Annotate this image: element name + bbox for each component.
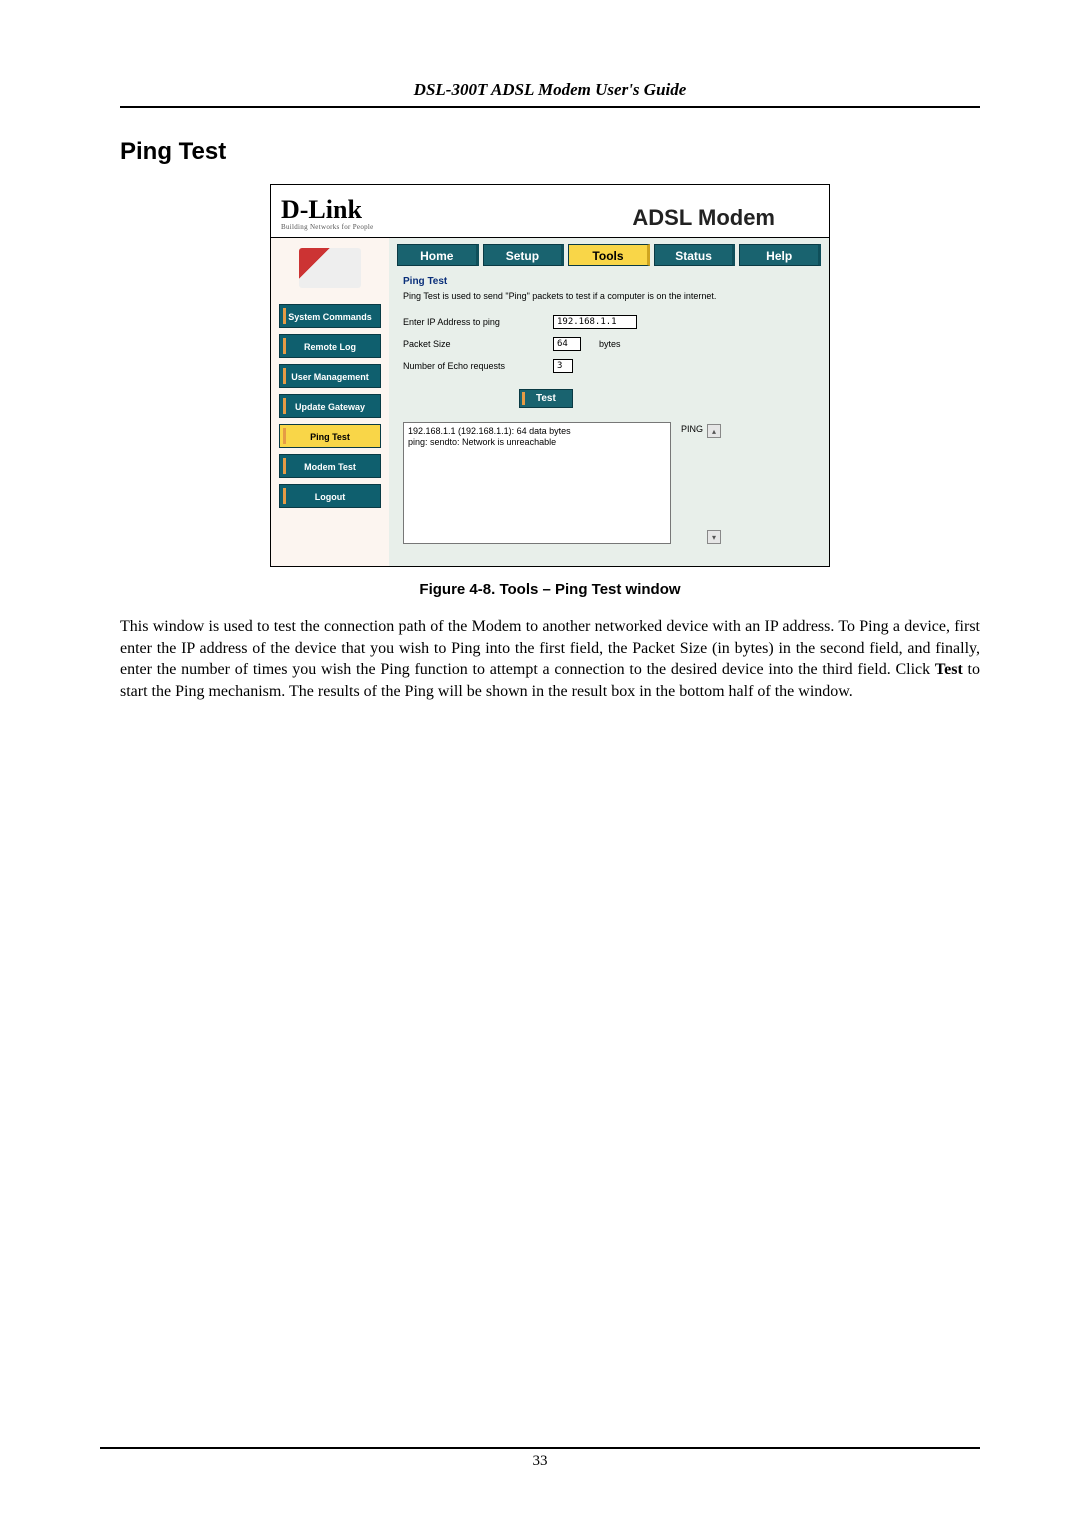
row-ip: Enter IP Address to ping xyxy=(403,315,815,329)
packet-size-unit: bytes xyxy=(599,339,621,349)
main-inner: Ping Test Ping Test is used to send "Pin… xyxy=(389,276,829,566)
sidebar-item-logout[interactable]: Logout xyxy=(279,484,381,508)
sidebar-item-ping-test[interactable]: Ping Test xyxy=(279,424,381,448)
sidebar-item-modem-test[interactable]: Modem Test xyxy=(279,454,381,478)
tab-status[interactable]: Status xyxy=(654,244,736,266)
brand-logo-text: D-Link xyxy=(281,195,374,225)
header-rule xyxy=(120,106,980,108)
figure-caption: Figure 4-8. Tools – Ping Test window xyxy=(120,581,980,598)
sidebar-item-system-commands[interactable]: System Commands xyxy=(279,304,381,328)
brand-block: D-Link Building Networks for People xyxy=(281,195,374,231)
footer-rule xyxy=(100,1447,980,1449)
row-packet-size: Packet Size bytes xyxy=(403,337,815,351)
body-text-bold: Test xyxy=(935,661,963,678)
row-echo-requests: Number of Echo requests xyxy=(403,359,815,373)
page-footer: 33 xyxy=(100,1447,980,1470)
screenshot-body: System Commands Remote Log User Manageme… xyxy=(271,238,829,566)
guide-header: DSL-300T ADSL Modem User's Guide xyxy=(120,80,980,106)
tab-setup[interactable]: Setup xyxy=(483,244,565,266)
packet-size-label: Packet Size xyxy=(403,339,553,349)
tab-home[interactable]: Home xyxy=(397,244,479,266)
scroll-up-icon[interactable]: ▴ xyxy=(707,424,721,438)
section-title: Ping Test xyxy=(403,276,815,287)
product-title: ADSL Modem xyxy=(632,205,775,231)
screenshot-container: D-Link Building Networks for People ADSL… xyxy=(270,184,830,567)
tab-help[interactable]: Help xyxy=(739,244,821,266)
result-line: ping: sendto: Network is unreachable xyxy=(408,437,666,448)
sidebar-illustration xyxy=(299,248,361,288)
main-panel: Home Setup Tools Status Help Ping Test P… xyxy=(389,238,829,566)
tab-tools[interactable]: Tools xyxy=(568,244,650,266)
ip-label: Enter IP Address to ping xyxy=(403,317,553,327)
result-line: 192.168.1.1 (192.168.1.1): 64 data bytes xyxy=(408,426,666,437)
tab-row: Home Setup Tools Status Help xyxy=(389,238,829,276)
page-number: 33 xyxy=(100,1453,980,1470)
result-textarea[interactable]: 192.168.1.1 (192.168.1.1): 64 data bytes… xyxy=(403,422,671,544)
packet-size-input[interactable] xyxy=(553,337,581,351)
result-area: 192.168.1.1 (192.168.1.1): 64 data bytes… xyxy=(403,422,815,544)
section-description: Ping Test is used to send "Ping" packets… xyxy=(403,291,815,301)
ip-input[interactable] xyxy=(553,315,637,329)
sidebar: System Commands Remote Log User Manageme… xyxy=(271,238,389,566)
scroll-down-icon[interactable]: ▾ xyxy=(707,530,721,544)
echo-label: Number of Echo requests xyxy=(403,361,553,371)
test-button[interactable]: Test xyxy=(519,389,573,408)
ping-header-label: PING xyxy=(681,424,703,438)
echo-input[interactable] xyxy=(553,359,573,373)
sidebar-item-user-management[interactable]: User Management xyxy=(279,364,381,388)
body-paragraph: This window is used to test the connecti… xyxy=(120,616,980,702)
sidebar-item-update-gateway[interactable]: Update Gateway xyxy=(279,394,381,418)
brand-tagline: Building Networks for People xyxy=(281,223,374,231)
sidebar-item-remote-log[interactable]: Remote Log xyxy=(279,334,381,358)
screenshot-header: D-Link Building Networks for People ADSL… xyxy=(271,185,829,237)
page-title: Ping Test xyxy=(120,138,980,166)
body-text-pre: This window is used to test the connecti… xyxy=(120,618,980,678)
